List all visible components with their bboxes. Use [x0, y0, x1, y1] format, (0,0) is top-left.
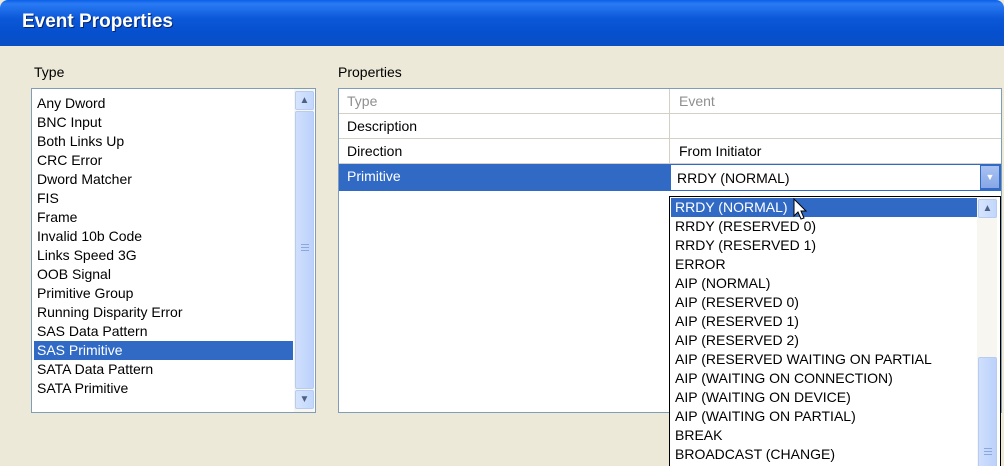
window-title: Event Properties: [22, 11, 173, 32]
type-item-any-dword[interactable]: Any Dword: [34, 94, 293, 113]
type-item-sas-data-pattern[interactable]: SAS Data Pattern: [34, 322, 293, 341]
scroll-thumb[interactable]: [295, 111, 314, 389]
dropdown-option[interactable]: AIP (WAITING ON DEVICE): [671, 388, 979, 407]
dropdown-option[interactable]: AIP (WAITING ON CONNECTION): [671, 369, 979, 388]
type-item-primitive-group[interactable]: Primitive Group: [34, 284, 293, 303]
primitive-combobox[interactable]: RRDY (NORMAL): [670, 164, 981, 191]
type-item-both-links-up[interactable]: Both Links Up: [34, 132, 293, 151]
type-item-bnc-input[interactable]: BNC Input: [34, 113, 293, 132]
property-name: Primitive: [347, 168, 401, 184]
dropdown-scrollbar[interactable]: ▲: [977, 197, 997, 466]
dropdown-option[interactable]: AIP (RESERVED WAITING ON PARTIAL: [671, 350, 979, 369]
type-item-frame[interactable]: Frame: [34, 208, 293, 227]
property-row-direction[interactable]: Direction From Initiator: [339, 139, 1001, 164]
grip-line: [301, 250, 309, 251]
type-item-crc-error[interactable]: CRC Error: [34, 151, 293, 170]
dropdown-option[interactable]: RRDY (RESERVED 1): [671, 236, 979, 255]
property-name: Description: [347, 118, 418, 134]
dropdown-option[interactable]: AIP (RESERVED 1): [671, 312, 979, 331]
title-bar[interactable]: Event Properties: [0, 0, 1004, 46]
type-item-invalid-10b-code[interactable]: Invalid 10b Code: [34, 227, 293, 246]
property-value[interactable]: From Initiator: [679, 143, 761, 159]
grip-line: [984, 448, 992, 449]
property-row-type[interactable]: Type Event: [339, 89, 1001, 114]
column-divider: [669, 89, 670, 113]
property-row-description[interactable]: Description: [339, 114, 1001, 139]
property-row-primitive[interactable]: Primitive RRDY (NORMAL) ▼: [339, 164, 1001, 191]
dropdown-option[interactable]: RRDY (NORMAL): [671, 198, 979, 217]
grip-line: [984, 454, 992, 455]
dropdown-option[interactable]: AIP (RESERVED 0): [671, 293, 979, 312]
column-divider: [669, 114, 670, 138]
dropdown-option[interactable]: BROADCAST (CHANGE): [671, 445, 979, 464]
type-item-sata-data-pattern[interactable]: SATA Data Pattern: [34, 360, 293, 379]
properties-label: Properties: [338, 64, 402, 80]
grip-line: [301, 247, 309, 248]
type-item-oob-signal[interactable]: OOB Signal: [34, 265, 293, 284]
grip-line: [301, 244, 309, 245]
event-properties-window: Event Properties Type Properties Any Dwo…: [0, 0, 1004, 466]
scroll-thumb[interactable]: [978, 357, 997, 466]
type-item-fis[interactable]: FIS: [34, 189, 293, 208]
scroll-up-icon[interactable]: ▲: [978, 199, 997, 218]
type-item-running-disparity-error[interactable]: Running Disparity Error: [34, 303, 293, 322]
dropdown-option[interactable]: ERROR: [671, 255, 979, 274]
type-label: Type: [34, 64, 65, 80]
type-item-sas-primitive[interactable]: SAS Primitive: [34, 341, 293, 360]
dropdown-option[interactable]: AIP (NORMAL): [671, 274, 979, 293]
dropdown-option[interactable]: BREAK: [671, 426, 979, 445]
grip-line: [984, 451, 992, 452]
primitive-combobox-value: RRDY (NORMAL): [677, 170, 790, 186]
property-name: Type: [347, 93, 378, 109]
dropdown-option[interactable]: AIP (RESERVED 2): [671, 331, 979, 350]
mouse-cursor-icon: [793, 198, 808, 220]
scroll-up-icon[interactable]: ▲: [295, 91, 314, 110]
primitive-dropdown-list[interactable]: RRDY (NORMAL) RRDY (RESERVED 0) RRDY (RE…: [669, 196, 1001, 466]
type-item-sata-primitive[interactable]: SATA Primitive: [34, 379, 293, 398]
dropdown-option[interactable]: AIP (WAITING ON PARTIAL): [671, 407, 979, 426]
property-value: Event: [679, 93, 715, 109]
scroll-down-icon[interactable]: ▼: [295, 390, 314, 409]
column-divider: [669, 139, 670, 163]
type-list-scrollbar[interactable]: ▲ ▼: [294, 89, 314, 412]
type-listbox[interactable]: Any Dword BNC Input Both Links Up CRC Er…: [31, 88, 316, 413]
property-name: Direction: [347, 143, 403, 159]
type-item-dword-matcher[interactable]: Dword Matcher: [34, 170, 293, 189]
dropdown-option[interactable]: RRDY (RESERVED 0): [671, 217, 979, 236]
type-item-links-speed-3g[interactable]: Links Speed 3G: [34, 246, 293, 265]
dropdown-arrow-icon[interactable]: ▼: [981, 166, 999, 188]
